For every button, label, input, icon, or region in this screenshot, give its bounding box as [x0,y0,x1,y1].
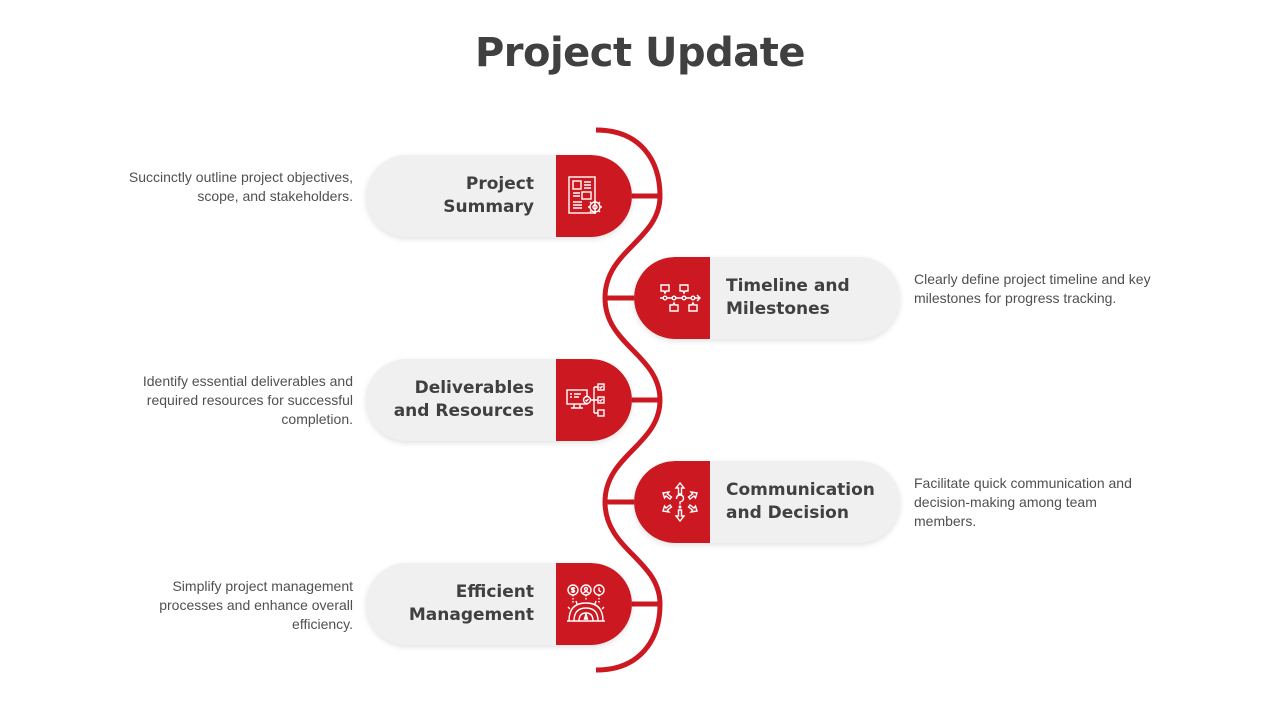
monitor-checklist-icon [566,383,605,417]
step-icon-badge [634,257,710,339]
step-project-summary: Project Summary [366,155,632,237]
step-description: Succinctly outline project objectives, s… [128,169,353,204]
step-timeline-milestones: Timeline and Milestones [634,257,900,339]
step-description: Clearly define project timeline and key … [914,271,1151,306]
step-label: Communication and Decision [726,480,875,523]
step-label: Deliverables and Resources [393,378,534,421]
step-deliverables-resources: Deliverables and Resources [366,359,632,441]
step-description: Identify essential deliverables and requ… [142,373,353,427]
step-description: Facilitate quick communication and decis… [914,475,1132,529]
step-efficient-management: Efficient Management [366,563,632,645]
timeline-icon [660,284,701,312]
gauge-gear-icon [567,584,605,622]
step-label: Project Summary [443,174,534,217]
step-label: Efficient Management [408,582,534,625]
decision-arrows-icon [662,481,698,523]
step-communication-decision: Communication and Decision [634,461,900,543]
step-label: Timeline and Milestones [726,276,850,319]
document-gear-icon [568,176,602,214]
step-icon-badge [634,461,710,543]
step-description: Simplify project management processes an… [159,578,353,632]
